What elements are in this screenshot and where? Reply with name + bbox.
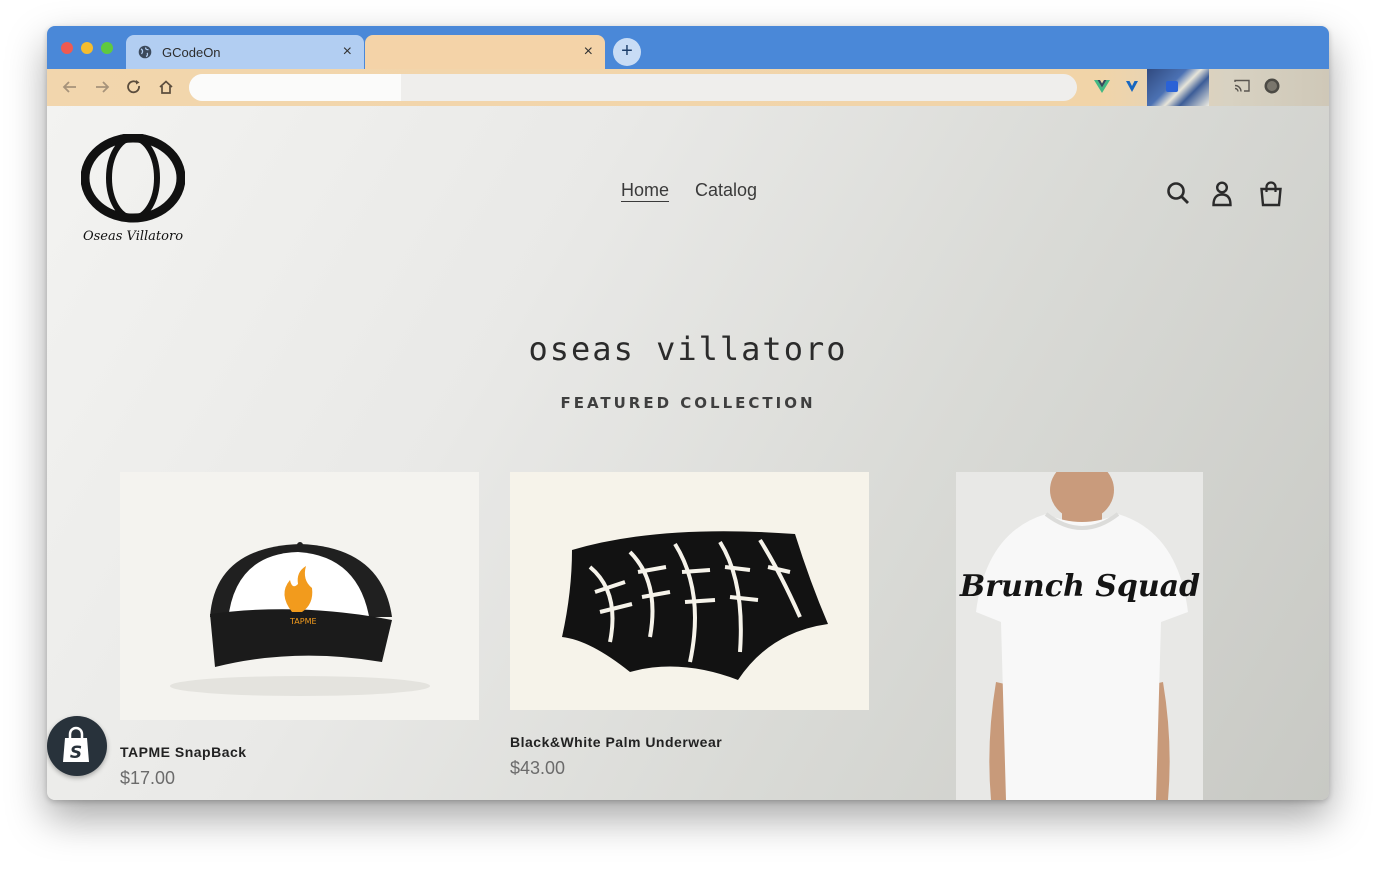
reload-icon[interactable] <box>125 78 143 96</box>
vuetify-icon[interactable] <box>1123 77 1141 95</box>
trucker-cap-image[interactable]: TAPME <box>120 472 479 720</box>
browser-toolbar <box>47 69 1329 106</box>
product-price: $17.00 <box>120 768 176 788</box>
tshirt-print-text: Brunch Squad <box>959 569 1200 604</box>
brunch-squad-tshirt-image[interactable]: Brunch Squad <box>956 472 1203 800</box>
cart-icon[interactable] <box>1258 180 1284 208</box>
nav-link-home[interactable]: Home <box>621 180 669 201</box>
nav-link-catalog[interactable]: Catalog <box>695 180 757 201</box>
search-icon[interactable] <box>1165 180 1191 208</box>
address-bar-highlight <box>189 74 401 101</box>
back-arrow-icon[interactable] <box>61 78 79 96</box>
close-window-button[interactable] <box>61 42 73 54</box>
product-card[interactable]: Brunch Squad <box>956 472 1203 800</box>
vue-devtools-icon[interactable] <box>1093 77 1111 95</box>
store-logo[interactable]: Oseas Villatoro <box>81 134 185 244</box>
logo-text: Oseas Villatoro <box>83 229 183 244</box>
shopify-bag-glyph: S <box>63 726 89 763</box>
product-card[interactable]: TAPME TAPME SnapBack $17.00 <box>120 472 479 800</box>
svg-text:S: S <box>70 743 82 763</box>
cap-print-text: TAPME <box>289 617 317 626</box>
home-icon[interactable] <box>157 78 175 96</box>
tab-close-icon[interactable]: × <box>343 43 352 61</box>
new-tab-button[interactable]: + <box>613 38 641 66</box>
product-name[interactable]: TAPME SnapBack <box>120 744 247 760</box>
address-bar[interactable] <box>189 74 1077 101</box>
palm-print-briefs-image[interactable] <box>510 472 869 710</box>
section-heading: FEATURED COLLECTION <box>560 394 816 412</box>
product-name[interactable]: Black&White Palm Underwear <box>510 734 722 750</box>
tab-close-icon[interactable]: × <box>584 43 593 61</box>
tab-title: GCodeOn <box>162 44 221 60</box>
main-nav: Home Catalog <box>621 180 757 201</box>
product-card[interactable]: Black&White Palm Underwear $43.00 <box>510 472 869 792</box>
browser-window: GCodeOn × × + Oseas Villatoro Home Catal… <box>47 26 1329 800</box>
extension-square-icon[interactable] <box>1163 77 1181 95</box>
account-icon[interactable] <box>1209 180 1235 208</box>
minimize-window-button[interactable] <box>81 42 93 54</box>
tab-gcodeon[interactable]: GCodeOn × <box>126 35 364 69</box>
cast-icon[interactable] <box>1233 77 1251 95</box>
globe-icon <box>138 45 152 59</box>
store-title: oseas villatoro <box>528 330 848 368</box>
tab-second[interactable]: × <box>365 35 605 69</box>
forward-arrow-icon[interactable] <box>93 78 111 96</box>
shopify-bag-icon[interactable]: S <box>47 716 107 776</box>
maximize-window-button[interactable] <box>101 42 113 54</box>
store-page: Oseas Villatoro Home Catalog oseas villa… <box>47 106 1329 800</box>
tab-strip: GCodeOn × × + <box>47 26 1329 69</box>
product-price: $43.00 <box>510 758 566 778</box>
profile-avatar-icon[interactable] <box>1263 77 1281 95</box>
